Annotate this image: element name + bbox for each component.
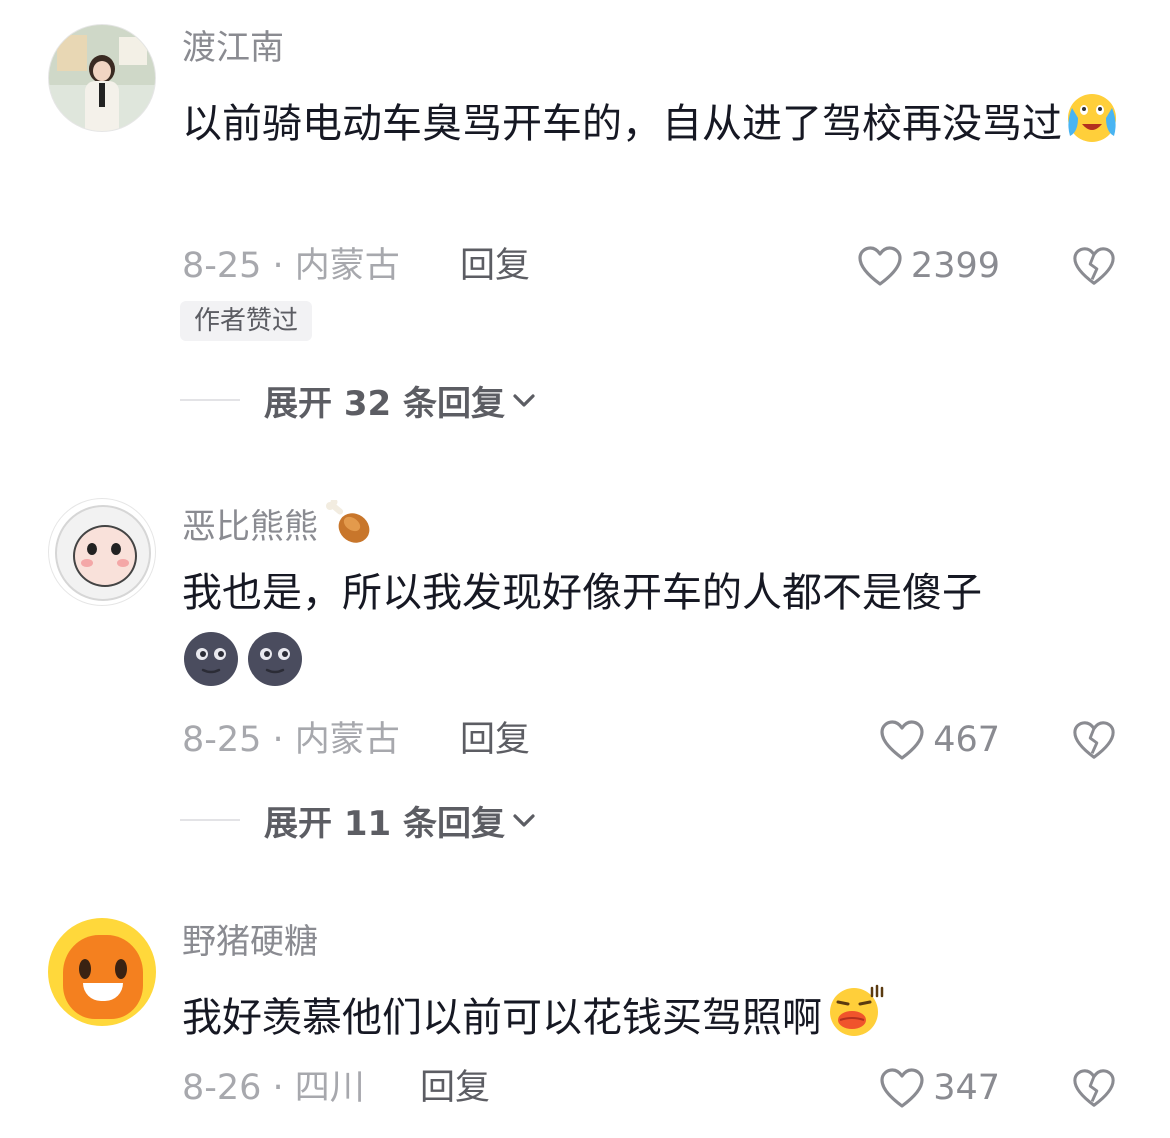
comment-date-location: 8-25 · 内蒙古: [182, 720, 400, 760]
username[interactable]: 恶比熊熊: [182, 498, 374, 557]
comment-text: 我也是，所以我发现好像开车的人都不是傻子: [182, 560, 1122, 692]
moon-face-emoji-icon: [184, 632, 238, 686]
like-count: 467: [933, 720, 1000, 760]
expand-replies-button[interactable]: 展开 11 条回复: [180, 798, 537, 844]
reply-button[interactable]: 回复: [420, 1066, 490, 1110]
chicken-leg-emoji-icon: [322, 498, 374, 557]
comment-date-location: 8-26 · 四川: [182, 1068, 365, 1108]
moon-face-emoji-icon: [248, 632, 302, 686]
reply-button[interactable]: 回复: [460, 718, 530, 762]
broken-heart-icon[interactable]: [1072, 244, 1116, 288]
chevron-down-icon: [513, 394, 535, 407]
reply-button[interactable]: 回复: [460, 244, 530, 288]
expand-replies-label: 展开 32 条回复: [264, 383, 505, 424]
comment-body: 以前骑电动车臭骂开车的，自从进了驾校再没骂过: [182, 101, 1062, 147]
like-count: 347: [933, 1068, 1000, 1108]
author-liked-badge: 作者赞过: [180, 301, 313, 341]
expand-replies-button[interactable]: 展开 32 条回复: [180, 378, 537, 424]
username[interactable]: 野猪硬糖: [182, 920, 318, 964]
broken-heart-icon[interactable]: [1072, 1066, 1116, 1110]
chevron-down-icon: [513, 814, 535, 827]
broken-heart-icon[interactable]: [1072, 718, 1116, 762]
username-text: 恶比熊熊: [182, 507, 318, 547]
comment-body: 我也是，所以我发现好像开车的人都不是傻子: [182, 570, 982, 616]
heart-icon: [858, 246, 902, 286]
heart-icon: [880, 1068, 924, 1108]
expand-replies-label: 展开 11 条回复: [264, 803, 505, 844]
avatar[interactable]: [48, 918, 156, 1026]
comment-date-location: 8-25 · 内蒙古: [182, 246, 400, 286]
like-count: 2399: [910, 246, 1000, 286]
comment-body: 我好羡慕他们以前可以花钱买驾照啊: [182, 995, 822, 1041]
like-button[interactable]: 467: [879, 718, 1000, 762]
username[interactable]: 渡江南: [182, 26, 284, 70]
like-button[interactable]: 347: [879, 1066, 1000, 1110]
comment-text: 我好羡慕他们以前可以花钱买驾照啊: [182, 982, 1122, 1058]
divider-line: [180, 399, 240, 401]
heart-icon: [880, 720, 924, 760]
avatar[interactable]: [48, 498, 156, 606]
kiss-emoji-icon: [822, 982, 886, 1058]
comment-text: 以前骑电动车臭骂开车的，自从进了驾校再没骂过: [182, 88, 1122, 164]
avatar[interactable]: [48, 24, 156, 132]
divider-line: [180, 819, 240, 821]
like-button[interactable]: 2399: [857, 244, 1000, 288]
crying-laughing-emoji-icon: [1062, 88, 1122, 164]
